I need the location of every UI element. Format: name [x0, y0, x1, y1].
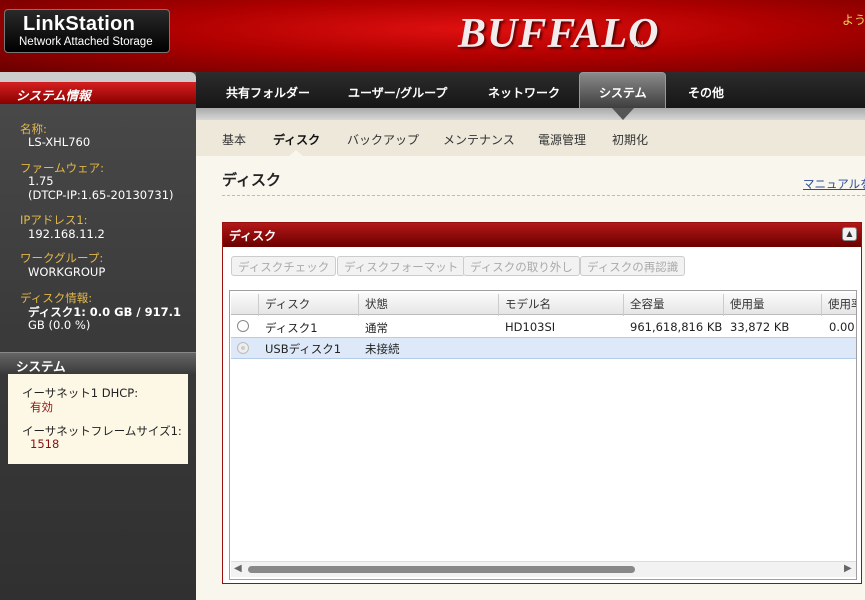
ip-label: IPアドレス1:: [20, 213, 88, 227]
logo-title: LinkStation: [23, 13, 136, 35]
workgroup-value: WORKGROUP: [28, 265, 106, 279]
disk-info-line2: GB (0.0 %): [28, 318, 91, 332]
nav-other[interactable]: その他: [688, 84, 724, 101]
dhcp-value: 有効: [30, 400, 53, 414]
table-cell-disk: ディスク1: [265, 321, 318, 335]
table-cell-capacity: 961,618,816 KB: [630, 320, 723, 334]
column-used[interactable]: 使用量: [723, 294, 821, 316]
column-model[interactable]: モデル名: [498, 294, 623, 316]
title-divider: [222, 195, 865, 196]
table-cell-disk: USBディスク1: [265, 342, 342, 356]
linkstation-logo: LinkStation Network Attached Storage: [4, 9, 170, 53]
subnav-maintenance[interactable]: メンテナンス: [443, 131, 515, 148]
page-title: ディスク: [222, 171, 281, 189]
nav-shared-folders[interactable]: 共有フォルダー: [226, 84, 310, 101]
buffalo-logo: BUFFALO: [458, 11, 660, 57]
subnav-power[interactable]: 電源管理: [538, 131, 586, 148]
system-info-heading: システム情報: [0, 82, 196, 104]
scrollbar-thumb[interactable]: [248, 566, 635, 573]
column-disk[interactable]: ディスク: [258, 294, 358, 316]
scroll-right-icon[interactable]: ▶: [844, 563, 852, 574]
table-cell-model: HD103SI: [505, 320, 556, 334]
row-select-radio[interactable]: [237, 320, 249, 332]
trademark-mark: TM: [632, 40, 644, 49]
subnav-basic[interactable]: 基本: [222, 131, 246, 148]
logo-subtitle: Network Attached Storage: [19, 36, 153, 48]
subnav-backup[interactable]: バックアップ: [347, 131, 419, 148]
firmware-dtcp: (DTCP-IP:1.65-20130731): [28, 188, 174, 202]
subnav-pointer: [288, 150, 304, 157]
disk-format-button[interactable]: ディスクフォーマット: [337, 256, 466, 276]
frame-size-value: 1518: [30, 437, 60, 451]
scroll-left-icon[interactable]: ◀: [234, 563, 242, 574]
system-heading: システム: [0, 352, 196, 374]
workgroup-label: ワークグループ:: [20, 251, 104, 265]
column-usage-rate[interactable]: 使用率: [821, 294, 856, 316]
disk-check-button[interactable]: ディスクチェック: [231, 256, 337, 276]
manual-link[interactable]: マニュアルを: [803, 176, 865, 192]
table-cell-status: 未接続: [365, 342, 400, 356]
column-status[interactable]: 状態: [358, 294, 498, 316]
column-capacity[interactable]: 全容量: [623, 294, 723, 316]
table-cell-usage-rate: 0.00 %: [829, 320, 856, 334]
subnav-initialize[interactable]: 初期化: [612, 131, 648, 148]
sidebar-top-strip: [0, 72, 196, 82]
collapse-icon[interactable]: ▲: [842, 227, 857, 241]
active-tab-pointer: [612, 108, 634, 120]
subnav-disk[interactable]: ディスク: [273, 131, 320, 148]
disk-remove-button[interactable]: ディスクの取り外し: [463, 256, 580, 276]
user-greeting: よう: [842, 13, 865, 27]
table-cell-used: 33,872 KB: [730, 320, 790, 334]
sidebar: [0, 72, 196, 600]
disk-rescan-button[interactable]: ディスクの再認識: [580, 256, 686, 276]
ip-value: 192.168.11.2: [28, 227, 105, 241]
table-cell-status: 通常: [365, 321, 388, 335]
name-value: LS-XHL760: [28, 135, 91, 149]
nav-system[interactable]: システム: [599, 84, 647, 101]
disk-panel-heading: ディスク: [223, 223, 861, 247]
firmware-version: 1.75: [28, 174, 54, 188]
nav-users-groups[interactable]: ユーザー/グループ: [348, 84, 447, 101]
main-nav-strip: [196, 108, 865, 120]
row-select-radio-disabled: [237, 342, 249, 354]
nav-network[interactable]: ネットワーク: [488, 84, 560, 101]
